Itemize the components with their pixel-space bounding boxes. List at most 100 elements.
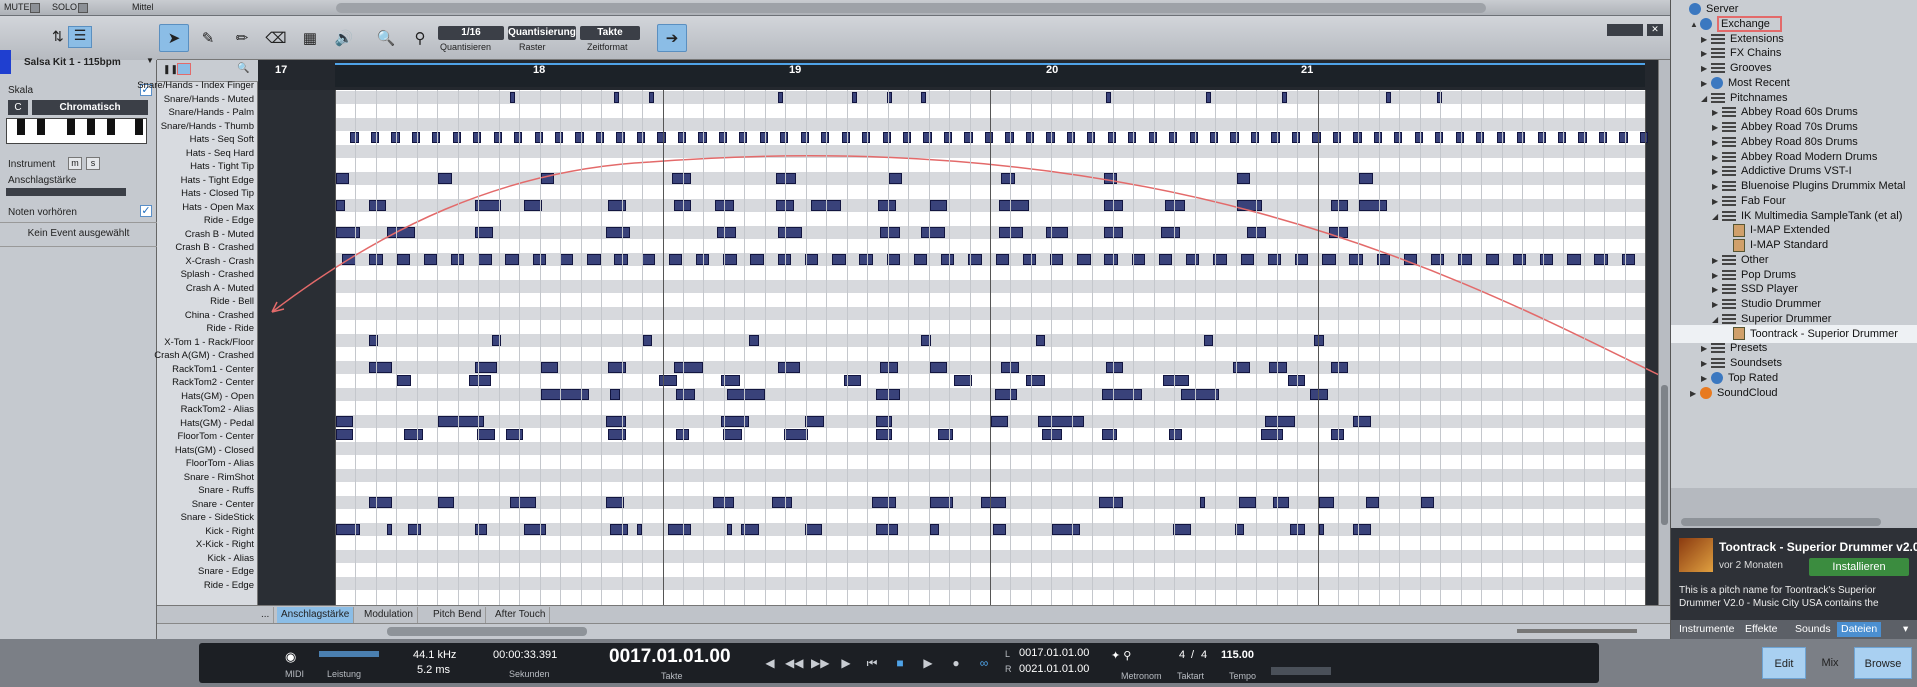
pitch-name[interactable]: Snare/Hands - Palm xyxy=(94,106,254,120)
midi-note[interactable] xyxy=(370,132,380,143)
midi-note[interactable] xyxy=(872,496,896,508)
browse-button[interactable]: Browse xyxy=(1854,647,1912,679)
edit-button[interactable]: Edit xyxy=(1762,647,1806,679)
midi-note[interactable] xyxy=(1238,496,1257,508)
next-marker-icon[interactable]: ▶ xyxy=(837,655,855,671)
magnifier-icon[interactable]: 🔍 xyxy=(237,63,249,74)
mute-toggle[interactable]: m xyxy=(68,157,82,170)
prev-marker-icon[interactable]: ◀ xyxy=(761,655,779,671)
tab-modulation[interactable]: Modulation xyxy=(360,607,418,623)
midi-note[interactable] xyxy=(555,132,564,143)
pitch-name[interactable]: RackTom2 - Alias xyxy=(94,403,254,417)
pitch-name[interactable]: Hats - Seq Soft xyxy=(94,133,254,147)
midi-note[interactable] xyxy=(804,253,819,265)
midi-note[interactable] xyxy=(1022,253,1037,265)
zoom-tool-icon[interactable]: 🔍 xyxy=(371,24,401,52)
pitch-name[interactable]: Snare/Hands - Thumb xyxy=(94,120,254,134)
midi-note[interactable] xyxy=(749,334,759,346)
pitch-name[interactable]: FloorTom - Center xyxy=(94,430,254,444)
midi-note[interactable] xyxy=(534,132,543,143)
midi-note[interactable] xyxy=(876,415,892,427)
midi-note[interactable] xyxy=(943,132,953,143)
midi-note[interactable] xyxy=(888,172,903,184)
midi-note[interactable] xyxy=(1420,496,1435,508)
midi-note[interactable] xyxy=(1435,132,1444,143)
midi-note[interactable] xyxy=(1107,132,1116,143)
midi-note[interactable] xyxy=(1148,132,1157,143)
midi-note[interactable] xyxy=(1205,91,1211,103)
midi-note[interactable] xyxy=(368,199,387,211)
list-view-icon[interactable]: ☰ xyxy=(68,26,92,48)
midi-note[interactable] xyxy=(649,91,655,103)
midi-note[interactable] xyxy=(509,91,516,103)
eraser-tool-icon[interactable]: ⌫ xyxy=(261,24,291,52)
midi-note[interactable] xyxy=(657,132,666,143)
midi-note[interactable] xyxy=(1373,132,1383,143)
midi-note[interactable] xyxy=(509,496,536,508)
tree-scroll-area[interactable] xyxy=(1671,488,1917,528)
midi-note[interactable] xyxy=(929,361,948,373)
midi-note[interactable] xyxy=(616,132,625,143)
midi-note[interactable] xyxy=(1594,253,1608,265)
play-icon[interactable]: ▶ xyxy=(919,655,937,671)
midi-note[interactable] xyxy=(610,388,620,400)
midi-note[interactable] xyxy=(423,253,438,265)
midi-note[interactable] xyxy=(1038,415,1085,427)
midi-note[interactable] xyxy=(1365,496,1379,508)
midi-note[interactable] xyxy=(350,132,359,143)
midi-note[interactable] xyxy=(1036,334,1046,346)
midi-note[interactable] xyxy=(1271,132,1280,143)
midi-note[interactable] xyxy=(1359,199,1388,211)
midi-note[interactable] xyxy=(1281,91,1287,103)
mute-tool-icon[interactable]: ▦ xyxy=(295,24,325,52)
midi-note[interactable] xyxy=(980,496,1007,508)
midi-note[interactable] xyxy=(941,253,955,265)
midi-note[interactable] xyxy=(1103,172,1117,184)
chevron-down-icon[interactable]: ▼ xyxy=(146,56,154,65)
arrow-tool-icon[interactable]: ➤ xyxy=(159,24,189,52)
midi-note[interactable] xyxy=(1077,253,1091,265)
mode-label[interactable]: Mittel xyxy=(132,2,154,12)
midi-note[interactable] xyxy=(804,415,825,427)
midi-note[interactable] xyxy=(1240,253,1254,265)
tab-more[interactable]: ... xyxy=(257,607,275,623)
midi-note[interactable] xyxy=(540,361,559,373)
midi-note[interactable] xyxy=(1236,172,1250,184)
midi-note[interactable] xyxy=(505,429,524,440)
midi-note[interactable] xyxy=(1173,523,1191,535)
pitch-name[interactable]: Snare - Center xyxy=(94,498,254,512)
pitch-name[interactable]: FloorTom - Alias xyxy=(94,457,254,471)
midi-note[interactable] xyxy=(726,523,732,535)
pitch-name[interactable]: Snare/Hands - Index Finger xyxy=(94,79,254,93)
midi-note[interactable] xyxy=(1101,388,1142,400)
pitch-name[interactable]: Hats - Closed Tip xyxy=(94,187,254,201)
midi-note[interactable] xyxy=(608,361,626,373)
midi-note[interactable] xyxy=(851,91,857,103)
close-icon[interactable]: ✕ xyxy=(1647,24,1663,36)
midi-note[interactable] xyxy=(991,415,1009,427)
midi-note[interactable] xyxy=(452,132,461,143)
midi-note[interactable] xyxy=(778,91,784,103)
midi-note[interactable] xyxy=(1046,132,1055,143)
midi-note[interactable] xyxy=(505,253,519,265)
midi-note[interactable] xyxy=(1066,132,1075,143)
pitch-name[interactable]: X-Crash - Crash xyxy=(94,255,254,269)
midi-note[interactable] xyxy=(336,199,346,211)
midi-note[interactable] xyxy=(913,253,928,265)
midi-note[interactable] xyxy=(1349,253,1363,265)
midi-note[interactable] xyxy=(726,388,765,400)
midi-note[interactable] xyxy=(643,334,653,346)
midi-note[interactable] xyxy=(608,199,626,211)
midi-note[interactable] xyxy=(391,132,400,143)
midi-note[interactable] xyxy=(411,132,420,143)
tab-dateien[interactable]: Dateien xyxy=(1837,622,1882,637)
midi-note[interactable] xyxy=(964,132,973,143)
raster-value[interactable]: Quantisierung xyxy=(508,26,576,40)
midi-note[interactable] xyxy=(336,429,354,440)
midi-note[interactable] xyxy=(1318,496,1334,508)
midi-note[interactable] xyxy=(478,253,492,265)
return-to-zero-icon[interactable]: ⏮ xyxy=(863,655,881,671)
expand-arrow-icon[interactable]: ▶ xyxy=(1690,385,1700,403)
midi-note[interactable] xyxy=(1267,253,1282,265)
install-button[interactable]: Installieren xyxy=(1809,558,1909,576)
